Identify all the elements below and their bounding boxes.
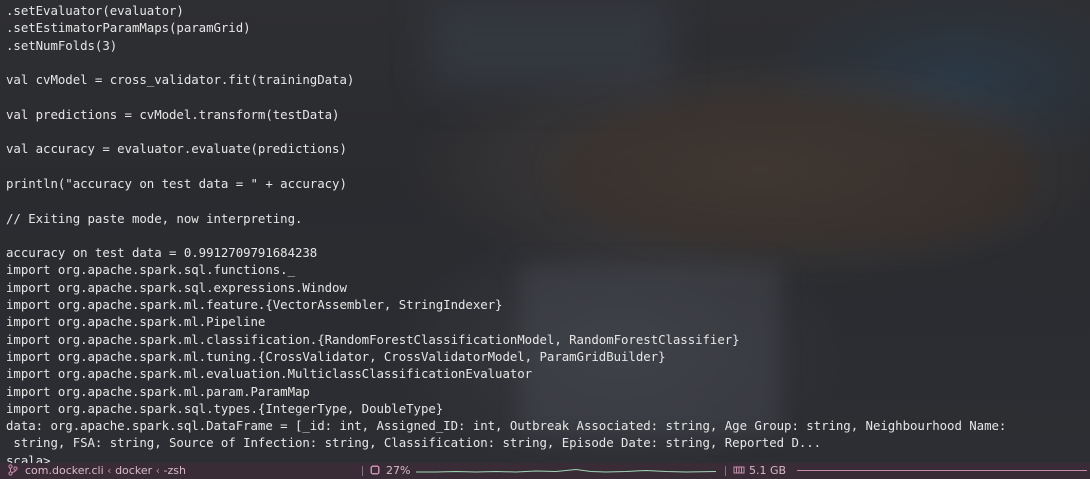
- terminal-line: import org.apache.spark.ml.Pipeline: [6, 314, 266, 330]
- terminal-line: import org.apache.spark.ml.evaluation.Mu…: [6, 366, 533, 382]
- terminal-line: .setNumFolds(3): [6, 37, 118, 53]
- scala-prompt-line[interactable]: scala>: [6, 452, 1086, 463]
- tmux-process-path[interactable]: com.docker.cli ‹ docker ‹ -zsh: [25, 463, 186, 479]
- terminal-line: data: org.apache.spark.sql.DataFrame = […: [6, 418, 1007, 434]
- terminal-line: accuracy on test data = 0.99127097916842…: [6, 245, 318, 261]
- terminal-line: val cvModel = cross_validator.fit(traini…: [6, 72, 355, 88]
- process-name: com.docker.cli: [25, 464, 104, 477]
- status-divider: [362, 466, 363, 476]
- terminal-line: import org.apache.spark.sql.functions._: [6, 262, 295, 278]
- branch-icon: [8, 463, 18, 479]
- terminal-line: val accuracy = evaluator.evaluate(predic…: [6, 141, 347, 157]
- tmux-status-bar: com.docker.cli ‹ docker ‹ -zsh 27% 5.1 G…: [0, 463, 1090, 479]
- terminal-line: import org.apache.spark.ml.param.ParamMa…: [6, 383, 310, 399]
- terminal-line: .setEvaluator(evaluator): [6, 3, 184, 18]
- parent-process-name: docker: [115, 464, 153, 477]
- shell-name: -zsh: [163, 464, 186, 477]
- path-separator: ‹: [107, 464, 112, 477]
- terminal-line: val predictions = cvModel.transform(test…: [6, 106, 340, 122]
- terminal-window[interactable]: .setEvaluator(evaluator) .setEstimatorPa…: [0, 0, 1090, 463]
- terminal-line: println("accuracy on test data = " + acc…: [6, 175, 347, 191]
- terminal-line: string, FSA: string, Source of Infection…: [6, 435, 822, 451]
- status-divider: [725, 466, 726, 476]
- memory-graph: [797, 470, 1087, 471]
- cpu-sparkline: [416, 468, 716, 473]
- memory-icon: [733, 463, 745, 479]
- memory-usage: 5.1 GB: [749, 464, 787, 477]
- terminal-line: import org.apache.spark.ml.classificatio…: [6, 331, 740, 347]
- terminal-line: import org.apache.spark.sql.types.{Integ…: [6, 400, 444, 416]
- terminal-line: import org.apache.spark.ml.tuning.{Cross…: [6, 348, 666, 364]
- terminal-output: .setEvaluator(evaluator) .setEstimatorPa…: [6, 2, 1086, 463]
- scala-prompt: scala>: [6, 452, 58, 463]
- path-separator: ‹: [155, 464, 161, 477]
- cpu-icon: [369, 463, 381, 479]
- terminal-line: import org.apache.spark.sql.expressions.…: [6, 279, 347, 295]
- terminal-line: // Exiting paste mode, now interpreting.: [6, 210, 303, 226]
- terminal-line: import org.apache.spark.ml.feature.{Vect…: [6, 297, 503, 313]
- cpu-percentage: 27%: [386, 464, 411, 477]
- terminal-line: .setEstimatorParamMaps(paramGrid): [6, 20, 251, 36]
